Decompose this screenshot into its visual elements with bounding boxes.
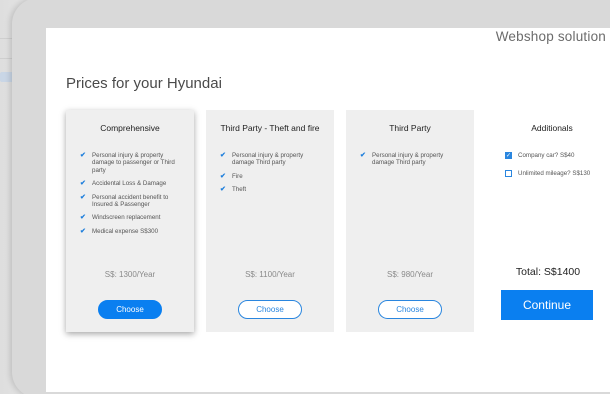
brand-name: Webshop solution	[495, 29, 606, 44]
feature-item: ✔ Personal injury & property damage Third…	[360, 152, 444, 167]
plan-card-comprehensive[interactable]: Comprehensive ✔ Personal injury & propert…	[66, 110, 194, 332]
checkbox-checked-icon[interactable]: ✓	[505, 152, 512, 159]
choose-button-comprehensive[interactable]: Choose	[98, 300, 162, 319]
unlimited-mileage-option[interactable]: Unlimited mileage? S$130	[505, 170, 590, 177]
total-price: Total: S$1400	[515, 266, 581, 278]
checkbox-unchecked-icon[interactable]	[505, 170, 512, 177]
plan-card-third-party-theft-fire[interactable]: Third Party - Theft and fire ✔ Personal i…	[206, 110, 334, 332]
option-label: Unlimited mileage? S$130	[518, 170, 591, 177]
plan-title: Third Party - Theft and fire	[220, 123, 320, 133]
plan-card-third-party[interactable]: Third Party ✔ Personal injury & property …	[346, 110, 474, 332]
feature-item: ✔ Windscreen replacement	[80, 214, 161, 222]
plan-price: S$: 1300/Year	[104, 270, 156, 279]
choose-button-third-party[interactable]: Choose	[378, 300, 442, 319]
feature-list: ✔ Personal injury & property damage Third…	[220, 152, 326, 200]
plan-price: S$: 980/Year	[387, 270, 433, 279]
feature-item: ✔ Personal injury & property damage Third…	[220, 152, 304, 167]
check-icon: ✔	[80, 214, 86, 222]
plan-title: Comprehensive	[100, 123, 160, 133]
additionals-panel: Additionals ✓ Company car? S$40 Unlimite…	[492, 110, 610, 332]
plan-price: S$: 1100/Year	[245, 270, 295, 279]
webshop-screen: Webshop solution Prices for your Hyundai…	[46, 28, 610, 392]
check-icon: ✔	[80, 227, 86, 235]
page-title: Prices for your Hyundai	[66, 75, 222, 92]
check-icon: ✔	[80, 193, 86, 201]
check-icon: ✔	[80, 152, 86, 159]
laptop-frame: Webshop solution Prices for your Hyundai…	[12, 0, 610, 394]
feature-item: ✔ Fire	[220, 172, 243, 180]
check-icon: ✔	[220, 172, 226, 180]
option-label: Company car? S$40	[518, 152, 575, 159]
company-car-option[interactable]: ✓ Company car? S$40	[505, 152, 574, 159]
feature-item: ✔ Personal accident benefit to Insured & …	[80, 193, 169, 209]
feature-item: ✔ Accidental Loss & Damage	[80, 180, 167, 188]
continue-button[interactable]: Continue	[501, 290, 593, 320]
check-icon: ✔	[80, 180, 86, 188]
feature-item: ✔ Theft	[220, 186, 247, 194]
feature-list: ✔ Personal injury & property damage Third…	[360, 152, 466, 173]
choose-button-third-party-theft-fire[interactable]: Choose	[238, 300, 302, 319]
plan-title: Third Party	[389, 123, 431, 133]
feature-list: ✔ Personal injury & property damage to pa…	[80, 152, 186, 241]
check-icon: ✔	[220, 152, 226, 159]
check-icon: ✔	[220, 186, 226, 194]
feature-item: ✔ Medical expense S$300	[80, 227, 159, 235]
additionals-title: Additionals	[531, 123, 573, 133]
check-icon: ✔	[360, 152, 366, 159]
feature-item: ✔ Personal injury & property damage to pa…	[80, 152, 175, 174]
